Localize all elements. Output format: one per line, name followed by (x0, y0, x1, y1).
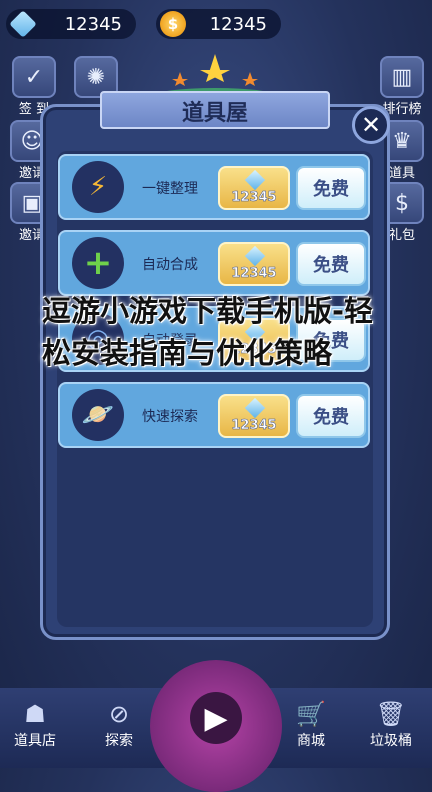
shop-item-row: + 自动合成 12345 免费 (58, 230, 370, 296)
item-price: 12345 (231, 190, 277, 206)
free-button[interactable]: 免费 (296, 166, 366, 210)
buy-with-gems-button[interactable]: 12345 (218, 242, 290, 286)
lightning-icon: ⚡ (72, 161, 124, 213)
nav-item-prop-shop[interactable]: ☗ 道具店 (0, 700, 70, 750)
close-button[interactable]: ✕ (352, 106, 390, 144)
trash-icon: 🗑 (375, 700, 407, 728)
nav-label: 商城 (297, 733, 325, 749)
buy-with-gems-button[interactable]: 12345 (218, 166, 290, 210)
gem-icon (244, 169, 266, 191)
buy-with-gems-button[interactable]: 12345 (218, 394, 290, 438)
gem-icon (244, 397, 266, 419)
nav-label: 道具店 (14, 733, 56, 749)
gem-counter[interactable]: 12345 (6, 9, 136, 39)
coin-icon: $ (160, 11, 186, 37)
dialog-title: 道具屋 (181, 101, 248, 126)
leaderboard-icon: ▥ (380, 56, 424, 98)
shop-item-row: 🪐 快速探索 12345 免费 (58, 382, 370, 448)
gem-icon (244, 245, 266, 267)
planet-icon: 🪐 (72, 389, 124, 441)
compass-icon: ⊘ (108, 700, 130, 728)
coin-counter[interactable]: $ 12345 (156, 9, 281, 39)
item-name: 快速探索 (142, 409, 198, 425)
nav-label: 探索 (105, 733, 133, 749)
item-price: 12345 (231, 266, 277, 282)
nav-item-explore[interactable]: ⊘ 探索 (84, 700, 154, 750)
top-bar: 12345 $ 12345 (0, 0, 432, 50)
shop-icon: ☗ (24, 700, 46, 728)
play-icon: ▶ (190, 692, 242, 744)
dialog-title-ribbon: 道具屋 (100, 91, 330, 129)
nav-label: 垃圾桶 (370, 733, 412, 749)
plus-icon: + (72, 237, 124, 289)
gem-icon (9, 10, 37, 38)
item-price: 12345 (231, 418, 277, 434)
watermark-headline: 逗游小游戏下载手机版-轻松安装指南与优化策略 (42, 294, 374, 370)
item-name: 自动合成 (142, 257, 198, 273)
play-button-disc[interactable]: ▶ (150, 660, 282, 792)
nav-item-store[interactable]: 🛒 商城 (276, 700, 346, 750)
shop-item-row: ⚡ 一键整理 12345 免费 (58, 154, 370, 220)
coin-count: 12345 (209, 13, 267, 35)
nav-item-trash[interactable]: 🗑 垃圾桶 (356, 700, 426, 750)
free-button[interactable]: 免费 (296, 394, 366, 438)
cart-icon: 🛒 (296, 700, 326, 728)
item-name: 一键整理 (142, 181, 198, 197)
calendar-icon: ✓ (12, 56, 56, 98)
free-button[interactable]: 免费 (296, 242, 366, 286)
gem-count: 12345 (64, 13, 122, 35)
